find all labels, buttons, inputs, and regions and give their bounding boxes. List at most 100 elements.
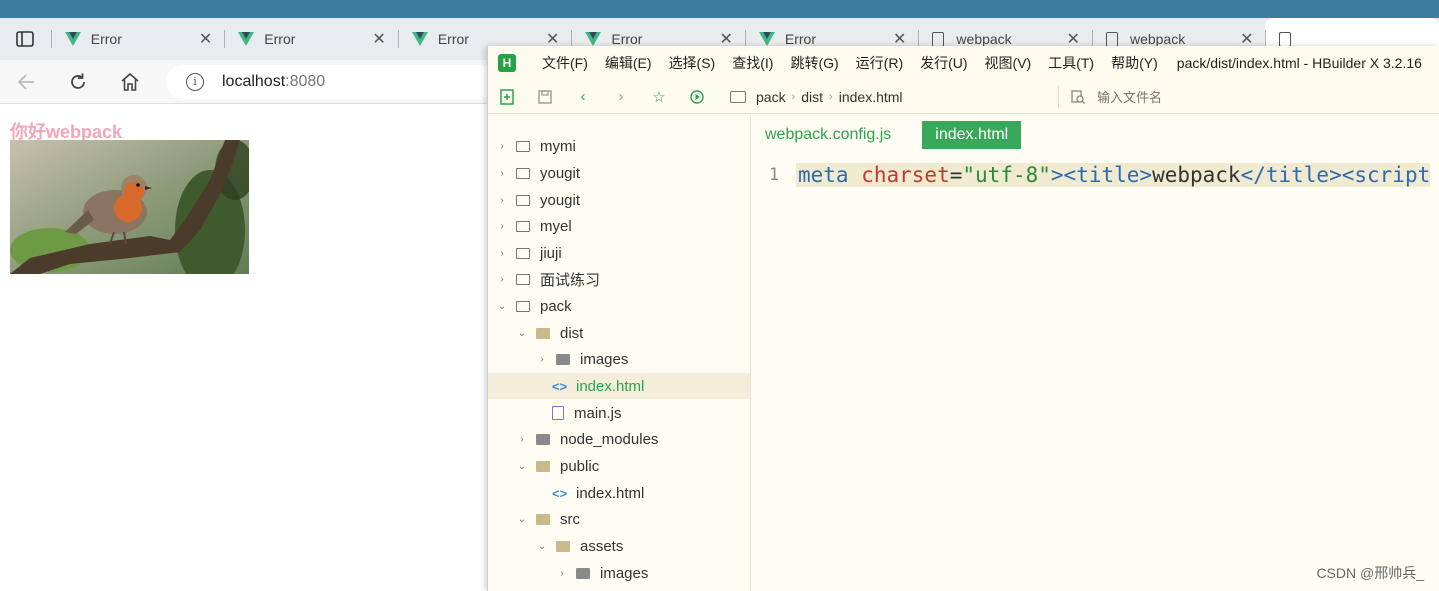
tree-item[interactable]: ⌄ public	[516, 453, 599, 479]
code-token: webpack	[1152, 163, 1241, 187]
tree-item[interactable]: <> index.html	[552, 480, 644, 506]
back-arrow-icon[interactable]: ‹	[564, 88, 602, 105]
tree-item[interactable]: › mymi	[496, 133, 576, 159]
chevron-down-icon: ⌄	[517, 327, 527, 339]
folder-icon	[536, 433, 550, 445]
tree-item[interactable]: › jiuji	[496, 240, 562, 266]
document-icon	[932, 31, 945, 47]
save-icon[interactable]	[526, 89, 564, 104]
new-file-icon[interactable]	[488, 88, 526, 105]
file-search	[1058, 86, 1217, 108]
chevron-right-icon: ›	[500, 140, 504, 152]
tab-label: Error	[437, 31, 469, 47]
folder-icon	[516, 247, 530, 259]
folder-open-icon	[536, 460, 550, 472]
url-field[interactable]: i localhost:8080	[166, 64, 496, 99]
menu-run[interactable]: 运行(R)	[856, 53, 903, 73]
tree-item[interactable]: › 面试练习	[496, 266, 600, 292]
tree-item-label: dist	[560, 324, 584, 342]
tab-actions-icon[interactable]	[0, 18, 51, 60]
url-host: localhost	[222, 72, 286, 90]
back-button[interactable]	[0, 60, 52, 104]
tree-item-label: node_modules	[560, 430, 659, 448]
tree-item-label: jiuji	[540, 244, 562, 262]
browser-tab[interactable]: Error ✕	[224, 18, 398, 60]
browser-tab[interactable]: Error ✕	[50, 18, 225, 60]
hbuilder-menubar: H 文件(F) 编辑(E) 选择(S) 查找(I) 跳转(G) 运行(R) 发行…	[488, 46, 1439, 80]
menu-view[interactable]: 视图(V)	[985, 53, 1032, 73]
menu-tools[interactable]: 工具(T)	[1048, 53, 1094, 73]
tree-item-label: yougit	[540, 191, 581, 209]
menu-select[interactable]: 选择(S)	[669, 53, 716, 73]
code-selection: meta charset="utf-8"><title>webpack</tit…	[796, 163, 1431, 187]
tree-item[interactable]: ⌄ assets	[536, 533, 624, 559]
project-explorer: › mymi › yougit › yougit › myel › jiuji › 面试练习…	[488, 115, 751, 591]
editor-tab[interactable]: webpack.config.js	[752, 121, 904, 149]
menu-find[interactable]: 查找(I)	[732, 53, 773, 73]
menu-publish[interactable]: 发行(U)	[920, 53, 967, 73]
info-icon[interactable]: i	[186, 72, 204, 91]
folder-icon	[516, 220, 530, 232]
folder-icon	[516, 194, 530, 206]
tree-item[interactable]: ⌄ src	[516, 506, 580, 532]
run-icon[interactable]	[678, 89, 716, 104]
star-icon[interactable]: ☆	[640, 88, 678, 106]
chevron-down-icon: ⌄	[497, 300, 507, 312]
reload-button[interactable]	[52, 60, 104, 104]
tree-item[interactable]: ⌄ pack	[496, 293, 572, 319]
breadcrumb-item[interactable]: index.html	[839, 89, 903, 105]
folder-icon	[576, 567, 590, 579]
chevron-right-icon: ›	[560, 567, 564, 579]
breadcrumb: pack › dist › index.html	[730, 89, 903, 105]
html-file-icon: <>	[552, 378, 568, 394]
file-search-input[interactable]	[1097, 89, 1217, 105]
folder-open-icon	[536, 513, 550, 525]
menu-help[interactable]: 帮助(Y)	[1111, 53, 1158, 73]
menu-goto[interactable]: 跳转(G)	[790, 53, 838, 73]
html-file-icon: <>	[552, 485, 568, 501]
menu-edit[interactable]: 编辑(E)	[605, 53, 652, 73]
chevron-down-icon: ⌄	[537, 540, 547, 552]
tree-item-label: mymi	[540, 137, 576, 155]
tree-item-label: images	[580, 350, 629, 368]
tree-item[interactable]: › node_modules	[516, 426, 658, 452]
tree-item-selected[interactable]: <> index.html	[488, 373, 750, 399]
home-button[interactable]	[104, 60, 156, 104]
breadcrumb-item[interactable]: dist	[801, 89, 823, 105]
code-token: meta	[798, 163, 862, 187]
tree-item-label: yougit	[540, 164, 581, 182]
vue-icon	[585, 32, 602, 46]
tree-item-label: index.html	[576, 484, 645, 502]
js-file-icon	[552, 406, 564, 420]
menu-file[interactable]: 文件(F)	[542, 53, 588, 73]
tree-item[interactable]: › images	[536, 346, 628, 372]
code-token: charset	[861, 163, 950, 187]
close-icon[interactable]: ✕	[199, 29, 212, 49]
tree-item-label: index.html	[576, 377, 645, 395]
folder-icon	[516, 300, 530, 312]
tab-label: webpack	[1129, 31, 1186, 47]
forward-arrow-icon[interactable]: ›	[602, 88, 640, 105]
vue-icon	[758, 32, 775, 46]
tree-item[interactable]: › images	[556, 560, 648, 586]
close-icon[interactable]: ✕	[372, 29, 385, 49]
tree-item-label: images	[600, 564, 649, 582]
tree-item[interactable]: main.js	[552, 400, 622, 426]
breadcrumb-item[interactable]: pack	[756, 89, 786, 105]
tree-item[interactable]: › myel	[496, 213, 572, 239]
folder-open-icon	[556, 540, 570, 552]
chevron-right-icon: ›	[520, 433, 524, 445]
code-editor[interactable]: webpack.config.js index.html 1 meta char…	[752, 115, 1439, 591]
chevron-right-icon: ›	[500, 167, 504, 179]
tree-item-label: 面试练习	[540, 271, 601, 289]
code-line[interactable]: 1 meta charset="utf-8"><title>webpack</t…	[752, 163, 1431, 187]
tree-item[interactable]: › yougit	[496, 187, 580, 213]
editor-tab-active[interactable]: index.html	[922, 121, 1022, 149]
tree-item-label: myel	[540, 217, 572, 235]
folder-open-icon	[536, 327, 550, 339]
code-token: ><title>	[1050, 163, 1153, 187]
tree-item[interactable]: › yougit	[496, 160, 580, 186]
tree-item[interactable]: ⌄ dist	[516, 320, 584, 346]
url-port: :8080	[285, 72, 326, 90]
editor-tab-label: index.html	[935, 126, 1009, 143]
